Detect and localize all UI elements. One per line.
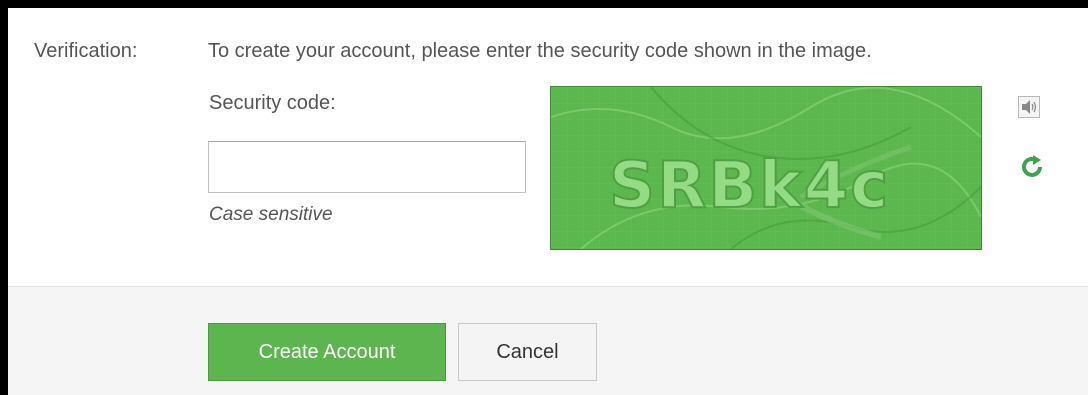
speaker-icon[interactable] <box>1018 96 1040 118</box>
create-account-button[interactable]: Create Account <box>208 323 446 381</box>
captcha-text: SRBk4c <box>609 149 890 223</box>
security-code-label: Security code: <box>209 92 336 114</box>
case-sensitive-hint: Case sensitive <box>209 204 333 225</box>
refresh-icon[interactable] <box>1020 154 1044 180</box>
cancel-button[interactable]: Cancel <box>458 323 597 381</box>
signup-form-frame: Verification: To create your account, pl… <box>8 8 1088 395</box>
verification-instructions: To create your account, please enter the… <box>208 40 872 62</box>
verification-label: Verification: <box>34 40 138 62</box>
security-code-input[interactable] <box>208 141 526 193</box>
captcha-image: SRBk4c <box>550 86 982 250</box>
verification-section: Verification: To create your account, pl… <box>8 8 1088 286</box>
